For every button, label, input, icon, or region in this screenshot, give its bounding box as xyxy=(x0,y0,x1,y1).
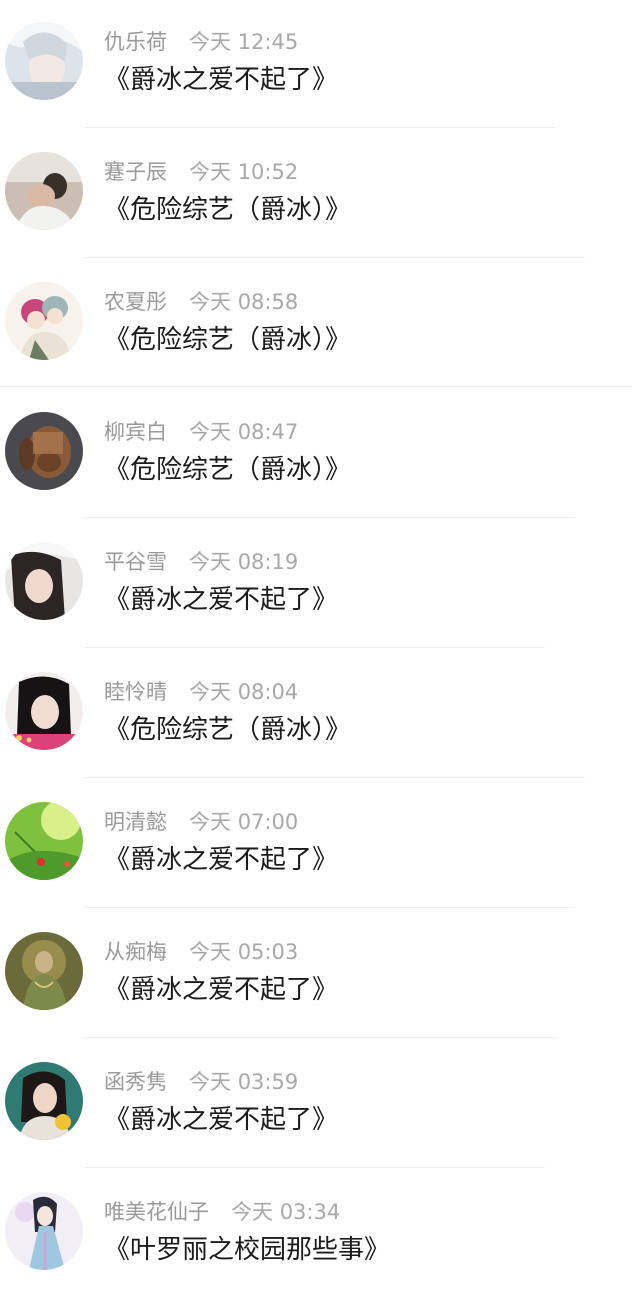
timestamp: 今天 10:52 xyxy=(189,160,298,184)
timestamp: 今天 03:34 xyxy=(231,1200,340,1224)
time-value: 07:00 xyxy=(237,810,299,834)
item-meta: 从痴梅 今天 05:03 xyxy=(104,938,298,966)
story-title[interactable]: 《爵冰之爱不起了》 xyxy=(104,840,338,880)
author-name[interactable]: 柳宾白 xyxy=(104,420,167,444)
item-meta: 睦怜晴 今天 08:04 xyxy=(104,678,298,706)
avatar[interactable] xyxy=(5,802,83,880)
feed-item[interactable]: 唯美花仙子 今天 03:34 《叶罗丽之校园那些事》 xyxy=(0,1170,632,1300)
author-name[interactable]: 从痴梅 xyxy=(104,940,167,964)
avatar[interactable] xyxy=(5,1192,83,1270)
time-value: 10:52 xyxy=(237,160,299,184)
avatar[interactable] xyxy=(5,542,83,620)
divider xyxy=(85,907,575,908)
timestamp: 今天 05:03 xyxy=(189,940,298,964)
date-label: 今天 xyxy=(189,30,231,54)
timestamp: 今天 08:04 xyxy=(189,680,298,704)
story-title[interactable]: 《危险综艺（爵冰）》 xyxy=(104,450,351,490)
divider xyxy=(85,1167,545,1168)
author-name[interactable]: 平谷雪 xyxy=(104,550,167,574)
author-name[interactable]: 函秀隽 xyxy=(104,1070,167,1094)
author-name[interactable]: 睦怜晴 xyxy=(104,680,167,704)
avatar[interactable] xyxy=(5,672,83,750)
story-title[interactable]: 《叶罗丽之校园那些事》 xyxy=(104,1230,390,1270)
story-title[interactable]: 《危险综艺（爵冰）》 xyxy=(104,320,351,360)
feed-item[interactable]: 从痴梅 今天 05:03 《爵冰之爱不起了》 xyxy=(0,910,632,1040)
story-title[interactable]: 《爵冰之爱不起了》 xyxy=(104,60,338,100)
divider xyxy=(85,647,545,648)
feed-item[interactable]: 平谷雪 今天 08:19 《爵冰之爱不起了》 xyxy=(0,520,632,650)
time-value: 05:03 xyxy=(237,940,299,964)
divider xyxy=(85,777,585,778)
author-name[interactable]: 明清懿 xyxy=(104,810,167,834)
feed-item[interactable]: 仇乐荷 今天 12:45 《爵冰之爱不起了》 xyxy=(0,0,632,130)
item-meta: 函秀隽 今天 03:59 xyxy=(104,1068,298,1096)
time-value: 12:45 xyxy=(237,30,299,54)
feed-item[interactable]: 蹇子辰 今天 10:52 《危险综艺（爵冰）》 xyxy=(0,130,632,260)
avatar[interactable] xyxy=(5,932,83,1010)
time-value: 08:04 xyxy=(237,680,299,704)
timestamp: 今天 08:47 xyxy=(189,420,298,444)
story-title[interactable]: 《爵冰之爱不起了》 xyxy=(104,1100,338,1140)
item-meta: 平谷雪 今天 08:19 xyxy=(104,548,298,576)
avatar[interactable] xyxy=(5,152,83,230)
feed-item[interactable]: 柳宾白 今天 08:47 《危险综艺（爵冰）》 xyxy=(0,390,632,520)
author-name[interactable]: 唯美花仙子 xyxy=(104,1200,209,1224)
divider xyxy=(85,1037,555,1038)
date-label: 今天 xyxy=(189,940,231,964)
time-value: 08:47 xyxy=(237,420,299,444)
story-title[interactable]: 《爵冰之爱不起了》 xyxy=(104,970,338,1010)
item-meta: 农夏彤 今天 08:58 xyxy=(104,288,298,316)
avatar[interactable] xyxy=(5,1062,83,1140)
divider xyxy=(85,257,585,258)
author-name[interactable]: 仇乐荷 xyxy=(104,30,167,54)
timestamp: 今天 12:45 xyxy=(189,30,298,54)
time-value: 08:58 xyxy=(237,290,299,314)
date-label: 今天 xyxy=(189,680,231,704)
time-value: 08:19 xyxy=(237,550,299,574)
timestamp: 今天 08:19 xyxy=(189,550,298,574)
feed-item[interactable]: 函秀隽 今天 03:59 《爵冰之爱不起了》 xyxy=(0,1040,632,1170)
avatar[interactable] xyxy=(5,22,83,100)
item-meta: 蹇子辰 今天 10:52 xyxy=(104,158,298,186)
story-title[interactable]: 《爵冰之爱不起了》 xyxy=(104,580,338,620)
divider xyxy=(85,517,575,518)
feed-item[interactable]: 明清懿 今天 07:00 《爵冰之爱不起了》 xyxy=(0,780,632,910)
date-label: 今天 xyxy=(189,160,231,184)
item-meta: 仇乐荷 今天 12:45 xyxy=(104,28,298,56)
item-meta: 唯美花仙子 今天 03:34 xyxy=(104,1198,340,1226)
story-title[interactable]: 《危险综艺（爵冰）》 xyxy=(104,710,351,750)
item-meta: 明清懿 今天 07:00 xyxy=(104,808,298,836)
avatar[interactable] xyxy=(5,282,83,360)
feed-item[interactable]: 睦怜晴 今天 08:04 《危险综艺（爵冰）》 xyxy=(0,650,632,780)
timestamp: 今天 08:58 xyxy=(189,290,298,314)
feed-item[interactable]: 农夏彤 今天 08:58 《危险综艺（爵冰）》 xyxy=(0,260,632,390)
timestamp: 今天 07:00 xyxy=(189,810,298,834)
message-feed: 仇乐荷 今天 12:45 《爵冰之爱不起了》 蹇子辰 今天 10:52 《危险综艺（… xyxy=(0,0,632,1280)
date-label: 今天 xyxy=(189,290,231,314)
date-label: 今天 xyxy=(189,550,231,574)
timestamp: 今天 03:59 xyxy=(189,1070,298,1094)
time-value: 03:59 xyxy=(237,1070,299,1094)
author-name[interactable]: 农夏彤 xyxy=(104,290,167,314)
avatar[interactable] xyxy=(5,412,83,490)
date-label: 今天 xyxy=(189,1070,231,1094)
divider xyxy=(85,127,555,128)
date-label: 今天 xyxy=(189,420,231,444)
author-name[interactable]: 蹇子辰 xyxy=(104,160,167,184)
date-label: 今天 xyxy=(189,810,231,834)
divider xyxy=(0,386,632,387)
time-value: 03:34 xyxy=(279,1200,341,1224)
item-meta: 柳宾白 今天 08:47 xyxy=(104,418,298,446)
story-title[interactable]: 《危险综艺（爵冰）》 xyxy=(104,190,351,230)
date-label: 今天 xyxy=(231,1200,273,1224)
